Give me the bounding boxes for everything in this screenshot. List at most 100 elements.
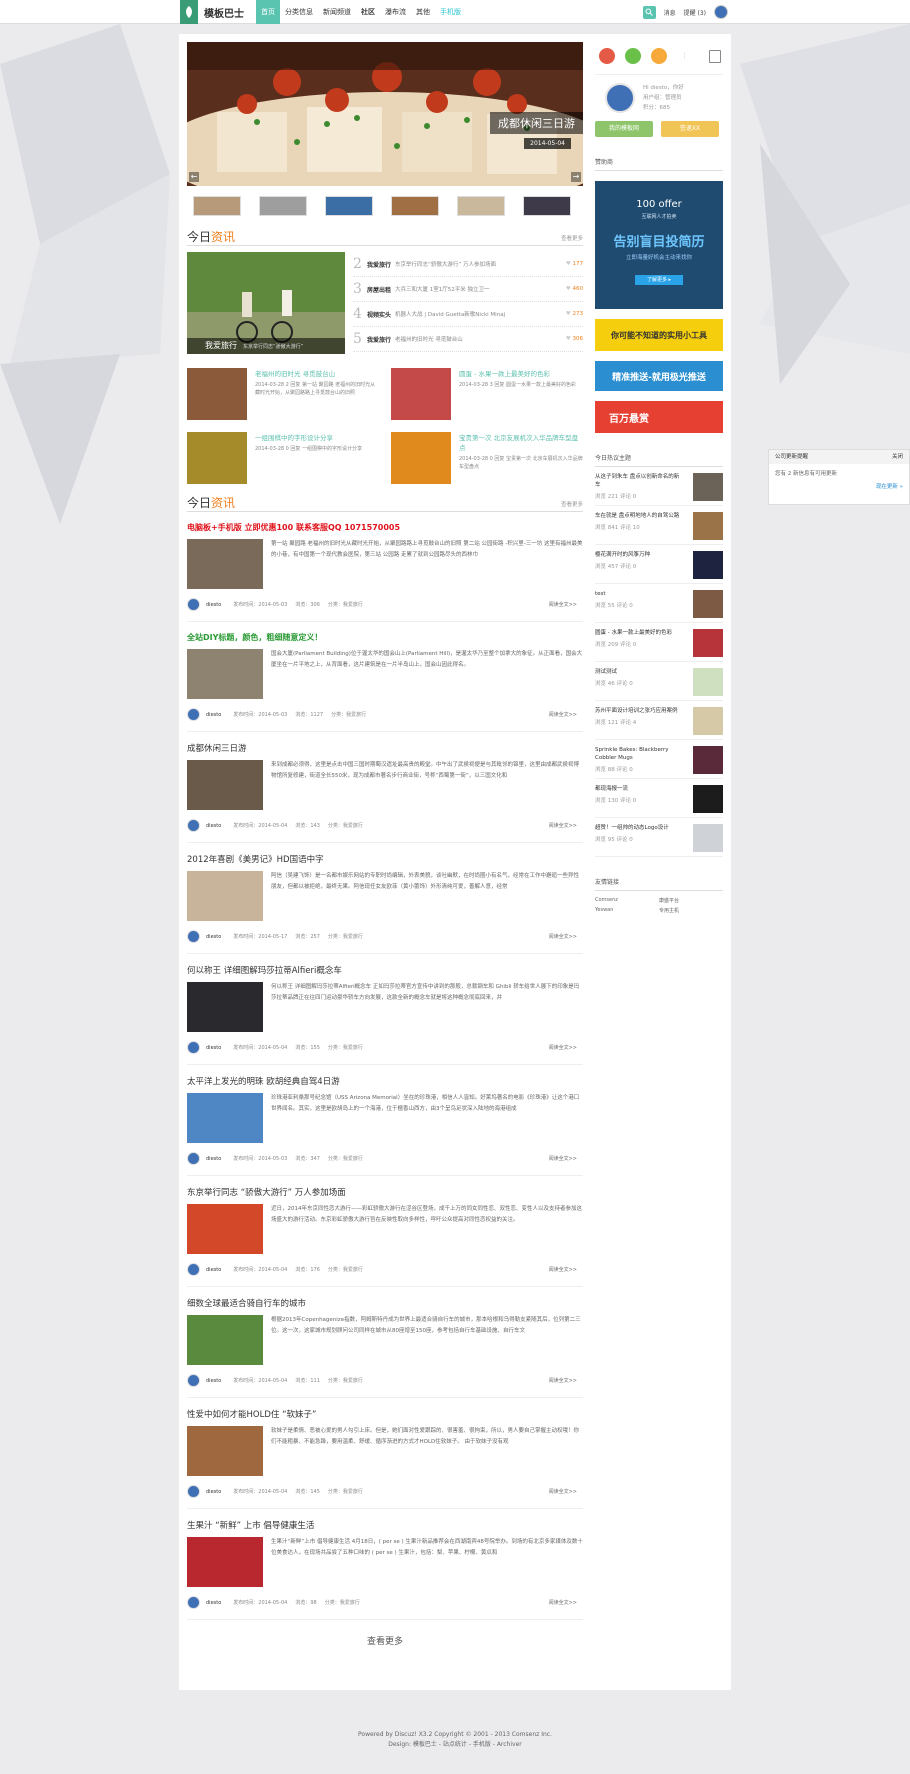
mobile-device-icon[interactable] (709, 49, 721, 63)
ad-banner-jpush[interactable]: 精准推送-就用极光推送 (595, 361, 723, 391)
nav-classifieds[interactable]: 分类信息 (280, 0, 318, 24)
friend-link[interactable]: 专用主机 (659, 907, 723, 914)
list-item[interactable]: 从这子到朱车 盘点以创新命名的新车 浏览 221 评论 0 (595, 467, 723, 506)
search-button[interactable] (642, 5, 656, 19)
slider-thumb[interactable] (391, 196, 439, 216)
post-thumb[interactable] (187, 1204, 263, 1254)
site-logo[interactable]: 模板巴士 (180, 0, 244, 24)
slide-next-button[interactable]: → (571, 172, 581, 182)
rss-icon[interactable] (651, 48, 667, 64)
slider-thumb[interactable] (325, 196, 373, 216)
slider-thumb[interactable] (259, 196, 307, 216)
list-item[interactable]: test 浏览 55 评论 0 (595, 584, 723, 623)
avatar[interactable] (187, 1374, 200, 1387)
friend-link[interactable]: Yeswan (595, 907, 659, 914)
list-item[interactable]: 测试测试 浏览 46 评论 0 (595, 662, 723, 701)
avatar[interactable] (714, 5, 728, 19)
nav-home[interactable]: 首页 (256, 0, 280, 24)
messages-link[interactable]: 消息 (664, 8, 676, 17)
list-item[interactable]: 4 视频实头 机器人大战 | David Guetta新歌Nicki Minaj… (353, 302, 583, 327)
slider-thumb[interactable] (523, 196, 571, 216)
read-more-link[interactable]: 阅读全文>> (549, 1377, 577, 1384)
news-card[interactable]: 一组围棋中的字形设计分享 2014-03-28 0 回复 一组围棋中的字形设计分享 (187, 432, 379, 484)
post-title[interactable]: 成都休闲三日游 (187, 742, 583, 754)
avatar[interactable] (187, 819, 200, 832)
post-title[interactable]: 东京举行同志 “骄傲大游行” 万人参加场面 (187, 1186, 583, 1198)
hot-news-image[interactable]: 我爱旅行 东京举行同志“骄傲大游行” (187, 252, 345, 354)
avatar[interactable] (605, 83, 635, 113)
avatar[interactable] (187, 1596, 200, 1609)
list-item[interactable]: 樱花满开时的风筝万种 浏览 457 评论 0 (595, 545, 723, 584)
post-thumb[interactable] (187, 1426, 263, 1476)
more-link[interactable]: 查看更多 (561, 234, 583, 242)
list-item[interactable]: 3 房屋出租 大兵三和大厦 1室1厅52平米 独立卫一 460 (353, 277, 583, 302)
avatar[interactable] (187, 1263, 200, 1276)
read-more-link[interactable]: 阅读全文>> (549, 1155, 577, 1162)
post-thumb[interactable] (187, 982, 263, 1032)
reminders-link[interactable]: 提醒 (3) (684, 8, 706, 17)
avatar[interactable] (187, 708, 200, 721)
list-item[interactable]: 苏州平面设计培训之张巧应用案例 浏览 121 评论 4 (595, 701, 723, 740)
load-more-button[interactable]: 查看更多 (187, 1634, 583, 1647)
wechat-icon[interactable] (625, 48, 641, 64)
post-title[interactable]: 细数全球最适合骑自行车的城市 (187, 1297, 583, 1309)
ad-banner-reward[interactable]: 百万悬赏 (595, 401, 723, 433)
nav-mobile[interactable]: 手机版 (435, 0, 466, 24)
read-more-link[interactable]: 阅读全文>> (549, 1044, 577, 1051)
avatar[interactable] (187, 1041, 200, 1054)
nav-community[interactable]: 社区 (356, 0, 380, 24)
post-title[interactable]: 生果汁 “新鲜” 上市 倡导健康生活 (187, 1519, 583, 1531)
slide-prev-button[interactable]: ← (189, 172, 199, 182)
avatar[interactable] (187, 930, 200, 943)
list-item[interactable]: 车在就是 盘点明地地人的自驾公路 浏览 841 评论 10 (595, 506, 723, 545)
read-more-link[interactable]: 阅读全文>> (549, 601, 577, 608)
read-more-link[interactable]: 阅读全文>> (549, 1599, 577, 1606)
news-card[interactable]: 老福州的旧时光 寻觅鼓台山 2014-03-28 2 回复 第一站 聚园路 老福州… (187, 368, 379, 420)
post-title[interactable]: 何以称王 详细图解玛莎拉蒂Alfieri概念车 (187, 964, 583, 976)
post-title[interactable]: 太平洋上发光的明珠 欧胡经典自驾4日游 (187, 1075, 583, 1087)
friend-link[interactable]: 康盛平台 (659, 897, 723, 904)
checkin-button[interactable]: 签退XX (661, 121, 719, 137)
ad-banner-tools[interactable]: 你可能不知道的实用小工具 (595, 319, 723, 351)
promo-title[interactable]: 全站DIY标题，颜色，粗细随意定义！ (187, 632, 583, 643)
post-thumb[interactable] (187, 1315, 263, 1365)
post-thumb[interactable] (187, 1537, 263, 1587)
featured-slider[interactable]: 成都休闲三日游 2014-05-04 ← → (187, 42, 583, 186)
my-home-button[interactable]: 我的模板网 (595, 121, 653, 137)
nav-news[interactable]: 新闻频道 (318, 0, 356, 24)
news-card[interactable]: 宝贵第一次 北京友展机次入华品牌车型盘点 2014-03-28 0 回复 宝贵第一… (391, 432, 583, 484)
promo-title[interactable]: 电脑板+手机版 立即优惠100 联系客服QQ 1071570005 (187, 522, 583, 533)
avatar[interactable] (187, 1152, 200, 1165)
post-thumb[interactable] (187, 871, 263, 921)
read-more-link[interactable]: 阅读全文>> (549, 822, 577, 829)
slider-thumb[interactable] (193, 196, 241, 216)
friend-link[interactable]: Comsenz (595, 897, 659, 904)
read-more-link[interactable]: 阅读全文>> (549, 1488, 577, 1495)
ad-banner-100offer[interactable]: 100 offer 互联网人才拍卖 告别盲目投简历 立即海量好机会主动来找你 了… (595, 181, 723, 309)
close-button[interactable]: 关闭 (892, 450, 903, 464)
nav-waterfall[interactable]: 瀑布流 (380, 0, 411, 24)
avatar[interactable] (187, 1485, 200, 1498)
post-thumb[interactable] (187, 649, 263, 699)
update-now-link[interactable]: 现在更新 » (769, 482, 909, 490)
post-thumb[interactable] (187, 1093, 263, 1143)
read-more-link[interactable]: 阅读全文>> (549, 1266, 577, 1273)
list-item[interactable]: 超赞！一组帅的动态Logo设计 浏览 95 评论 0 (595, 818, 723, 857)
list-item[interactable]: 2 我爱旅行 东京举行同志“骄傲大游行” 万人参加场面 177 (353, 252, 583, 277)
read-more-link[interactable]: 阅读全文>> (549, 711, 577, 718)
post-title[interactable]: 2012年喜剧《美男记》HD国语中字 (187, 853, 583, 865)
more-link[interactable]: 查看更多 (561, 500, 583, 508)
list-item[interactable]: 都现海报一流 浏览 130 评论 0 (595, 779, 723, 818)
list-item[interactable]: Sprinkle Bakes: Blackberry Cobbler Mugs 浏… (595, 740, 723, 779)
slider-thumb[interactable] (457, 196, 505, 216)
read-more-link[interactable]: 阅读全文>> (549, 933, 577, 940)
avatar[interactable] (187, 598, 200, 611)
news-card[interactable]: 圆蛋 - 水果一款上最美好的色彩 2014-03-28 3 回复 圆蛋一水果一款上… (391, 368, 583, 420)
footer-links[interactable]: Design: 模板巴士 - 站点统计 - 手机版 - Archiver (0, 1740, 910, 1750)
post-thumb[interactable] (187, 760, 263, 810)
nav-other[interactable]: 其他 (411, 0, 435, 24)
list-item[interactable]: 5 我爱旅行 老福州的旧时光 寻觅鼓台山 306 (353, 327, 583, 352)
weibo-icon[interactable] (599, 48, 615, 64)
post-title[interactable]: 性爱中如何才能HOLD住 “软妹子” (187, 1408, 583, 1420)
post-thumb[interactable] (187, 539, 263, 589)
